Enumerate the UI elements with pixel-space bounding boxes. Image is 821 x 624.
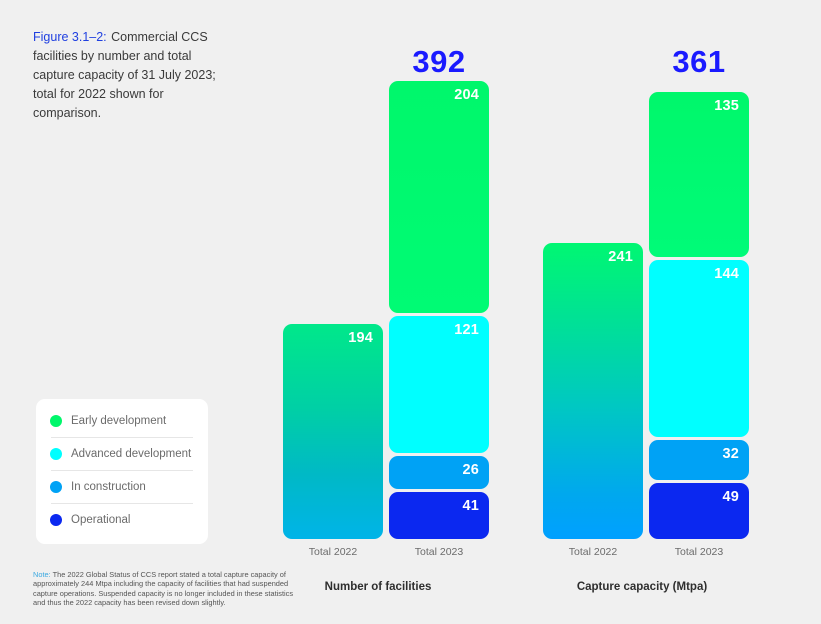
axis-label-total-2023-facilities: Total 2023 (414, 546, 464, 558)
legend-color-dot-operational (50, 514, 62, 526)
legend-item-in-construction[interactable]: In construction (50, 471, 194, 503)
legend-label-advanced-development: Advanced development (71, 448, 192, 460)
chart-title-number-of-facilities: Number of facilities (324, 581, 432, 593)
axis-label-total-2022-facilities: Total 2022 (308, 546, 358, 558)
bar-segment-early-development-2023-capacity[interactable]: 135 (649, 92, 749, 257)
bar-total-2023-facilities-stack[interactable]: 204 121 26 41 (389, 81, 489, 539)
axis-label-total-2022-capacity: Total 2022 (568, 546, 618, 558)
bar-segment-value-early-development-2023-capacity: 135 (714, 98, 739, 114)
figure-caption: Figure 3.1–2: Commercial CCS facilities … (33, 28, 218, 123)
chart-group-number-of-facilities: 392 194 204 121 26 41 Total 2022 Total 2… (248, 0, 508, 624)
bars-area-capacity: 241 135 144 32 49 (508, 0, 776, 539)
legend-label-in-construction: In construction (71, 481, 146, 493)
bar-segment-value-advanced-development-2023-capacity: 144 (714, 266, 739, 282)
legend-item-advanced-development[interactable]: Advanced development (50, 438, 194, 470)
bar-segment-advanced-development-2023-capacity[interactable]: 144 (649, 260, 749, 437)
legend-label-operational: Operational (71, 514, 131, 526)
figure-label: Figure 3.1–2: (33, 30, 107, 44)
bar-segment-value-early-development-2023-facilities: 204 (454, 87, 479, 103)
footnote-note-label: Note: (33, 570, 51, 579)
legend-color-dot-advanced-development (50, 448, 62, 460)
bar-segment-value-operational-2023-capacity: 49 (722, 489, 739, 505)
bar-segment-operational-2023-capacity[interactable]: 49 (649, 483, 749, 539)
legend-item-early-development[interactable]: Early development (50, 405, 194, 437)
chart-group-capture-capacity: 361 241 135 144 32 49 Total 2022 Total 2… (508, 0, 776, 624)
chart-legend: Early development Advanced development I… (36, 399, 208, 544)
bar-segment-combined-2022-facilities[interactable]: 194 (283, 324, 383, 539)
bar-segment-value-in-construction-2023-facilities: 26 (462, 462, 479, 478)
bar-segment-value-combined-2022-facilities: 194 (348, 330, 373, 346)
bar-segment-value-advanced-development-2023-facilities: 121 (454, 322, 479, 338)
bar-segment-advanced-development-2023-facilities[interactable]: 121 (389, 316, 489, 453)
bar-total-2022-capacity[interactable]: 241 (543, 243, 643, 539)
bar-total-2023-capacity-stack[interactable]: 135 144 32 49 (649, 92, 749, 539)
legend-label-early-development: Early development (71, 415, 167, 427)
bar-segment-combined-2022-capacity[interactable]: 241 (543, 243, 643, 539)
bar-segment-in-construction-2023-capacity[interactable]: 32 (649, 440, 749, 480)
bar-segment-early-development-2023-facilities[interactable]: 204 (389, 81, 489, 313)
bar-total-2022-facilities[interactable]: 194 (283, 324, 383, 539)
axis-label-total-2023-capacity: Total 2023 (674, 546, 724, 558)
bar-segment-value-combined-2022-capacity: 241 (608, 249, 633, 265)
legend-item-operational[interactable]: Operational (50, 504, 194, 536)
legend-color-dot-in-construction (50, 481, 62, 493)
chart-title-capture-capacity: Capture capacity (Mtpa) (576, 581, 708, 593)
bar-segment-value-in-construction-2023-capacity: 32 (722, 446, 739, 462)
bars-area-facilities: 194 204 121 26 41 (248, 0, 508, 539)
legend-color-dot-early-development (50, 415, 62, 427)
bar-segment-operational-2023-facilities[interactable]: 41 (389, 492, 489, 539)
bar-segment-in-construction-2023-facilities[interactable]: 26 (389, 456, 489, 489)
bar-segment-value-operational-2023-facilities: 41 (462, 498, 479, 514)
